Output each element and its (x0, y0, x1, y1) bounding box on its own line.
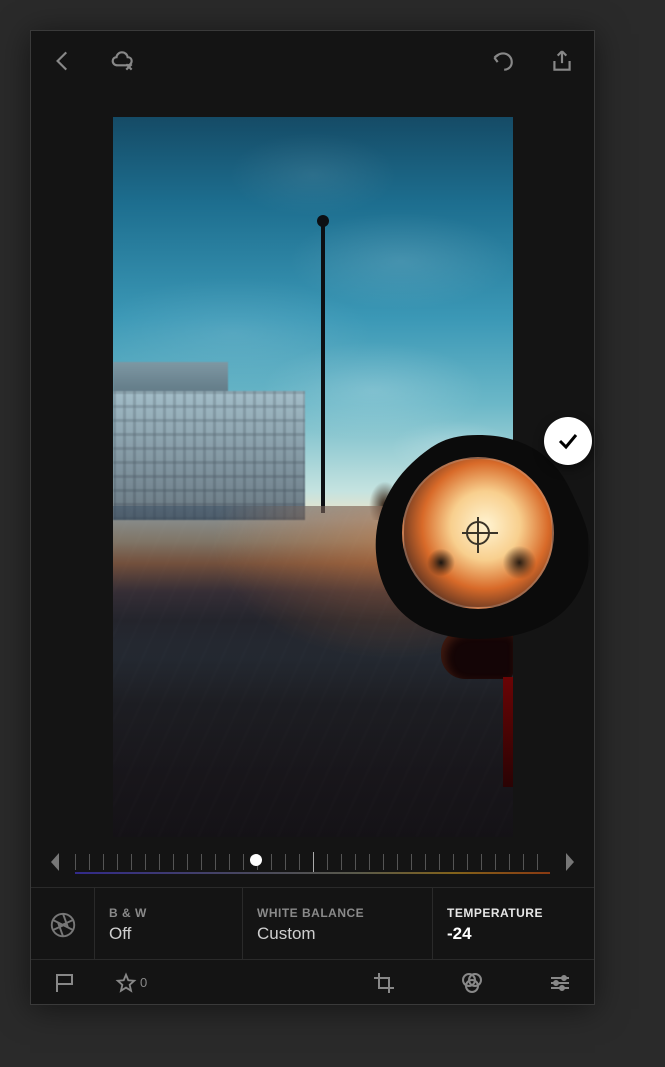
filters-icon (460, 971, 484, 995)
crop-button[interactable] (364, 963, 404, 1003)
star-count: 0 (140, 975, 147, 990)
bw-value: Off (109, 924, 228, 944)
crop-icon (372, 971, 396, 995)
chevron-left-icon (50, 48, 76, 74)
photo-preview[interactable] (113, 117, 513, 837)
check-icon (556, 429, 580, 453)
top-toolbar (31, 31, 594, 91)
sliders-icon (548, 971, 572, 995)
photo-mirror (441, 629, 513, 679)
aperture-icon (48, 910, 78, 940)
bw-toggle-cell[interactable]: B & W Off (95, 888, 243, 959)
temperature-value: -24 (447, 924, 580, 944)
slider-color-bar (75, 872, 550, 874)
triangle-left-icon (47, 851, 63, 873)
value-slider-row (31, 837, 594, 887)
undo-icon (489, 48, 515, 74)
photo-building (113, 391, 305, 521)
app-window: B & W Off WHITE BALANCE Custom TEMPERATU… (30, 30, 595, 1005)
white-balance-value: Custom (257, 924, 418, 944)
undo-button[interactable] (482, 41, 522, 81)
white-balance-label: WHITE BALANCE (257, 906, 418, 920)
bottom-toolbar: 0 (31, 959, 594, 1005)
bw-label: B & W (109, 906, 228, 920)
share-button[interactable] (542, 41, 582, 81)
adjustment-row: B & W Off WHITE BALANCE Custom TEMPERATU… (31, 887, 594, 959)
triangle-right-icon (562, 851, 578, 873)
cloud-x-icon (110, 48, 136, 74)
slider-prev-button[interactable] (45, 848, 65, 876)
lens-profile-button[interactable] (31, 888, 95, 959)
photo-streetlamp (321, 225, 325, 513)
canvas-area (31, 91, 594, 887)
star-rating-button[interactable]: 0 (115, 972, 147, 994)
value-slider-track[interactable] (75, 848, 550, 876)
star-icon (115, 972, 137, 994)
back-button[interactable] (43, 41, 83, 81)
cloud-sync-button[interactable] (103, 41, 143, 81)
presets-button[interactable] (452, 963, 492, 1003)
slider-handle[interactable] (250, 854, 262, 866)
adjust-button[interactable] (540, 963, 580, 1003)
wb-confirm-button[interactable] (544, 417, 592, 465)
slider-next-button[interactable] (560, 848, 580, 876)
temperature-cell[interactable]: TEMPERATURE -24 (433, 888, 594, 959)
flag-button[interactable] (45, 963, 85, 1003)
white-balance-cell[interactable]: WHITE BALANCE Custom (243, 888, 433, 959)
slider-ticks (75, 854, 550, 870)
share-icon (549, 48, 575, 74)
flag-icon (53, 971, 77, 995)
temperature-label: TEMPERATURE (447, 906, 580, 920)
